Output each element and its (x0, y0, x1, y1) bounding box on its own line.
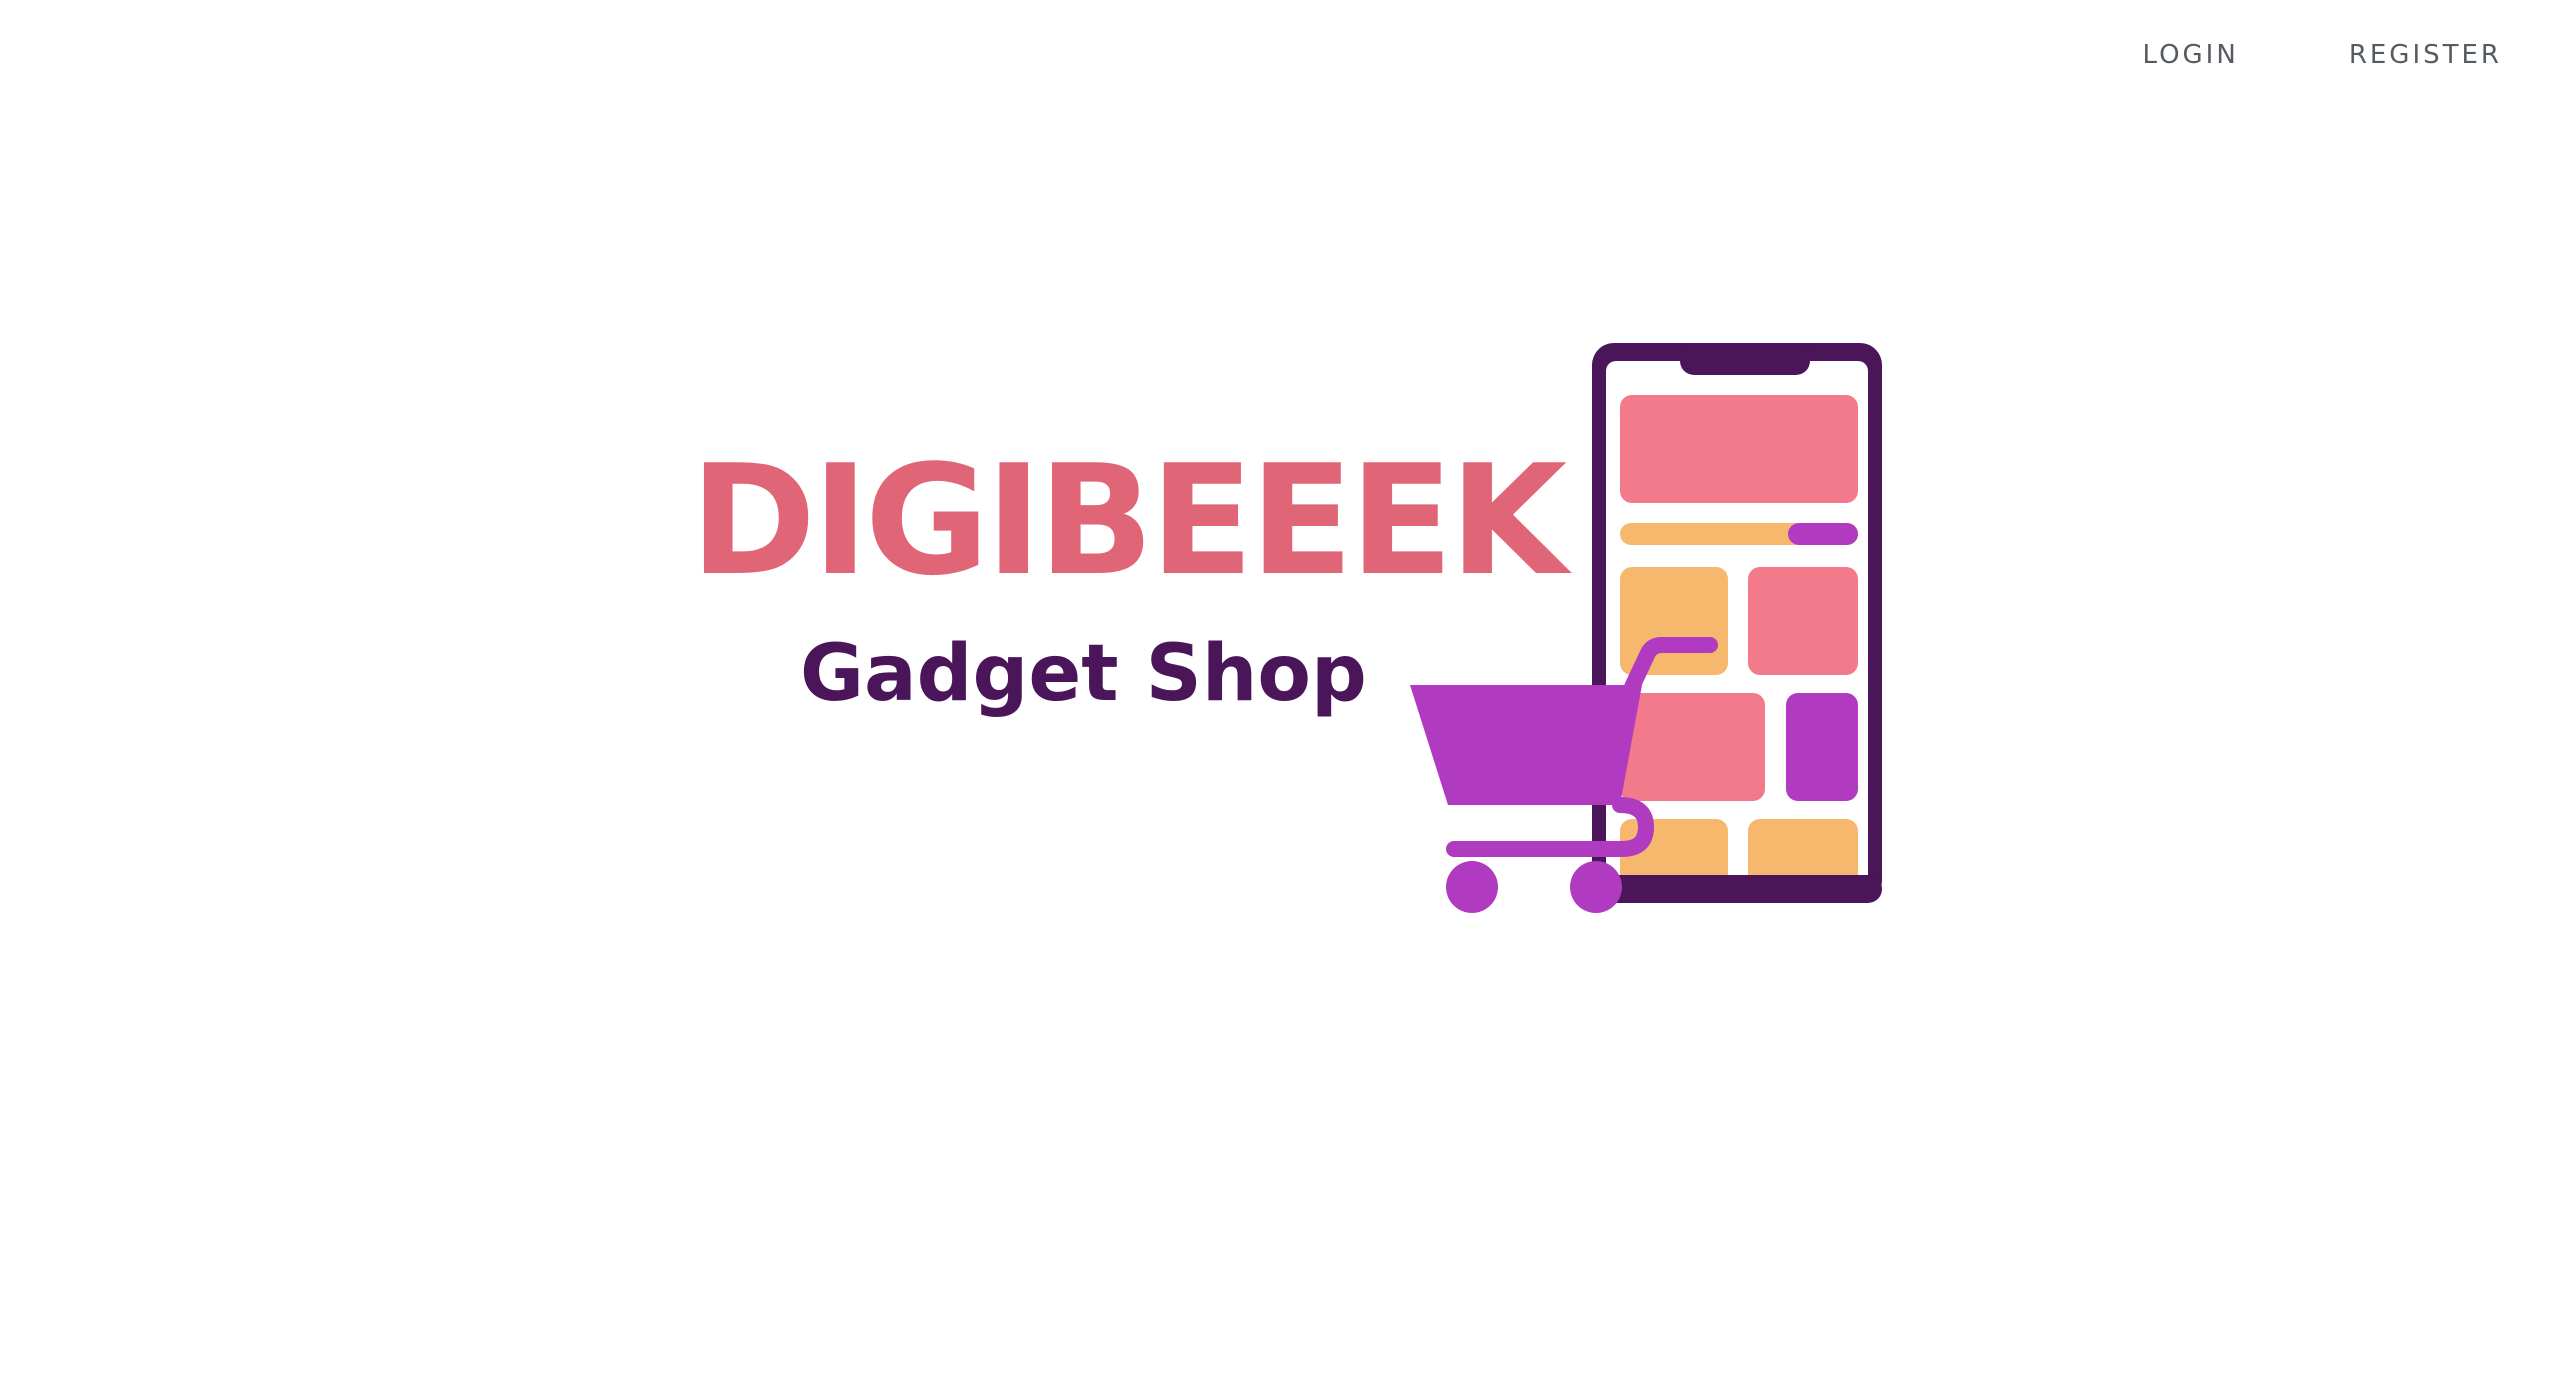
logo-illustration (1410, 343, 1882, 913)
login-link[interactable]: LOGIN (2143, 40, 2239, 70)
register-link[interactable]: REGISTER (2349, 40, 2502, 70)
brand-name: DIGIBEEEK (690, 432, 1567, 609)
smartphone-icon (1592, 343, 1882, 903)
brand-tagline: Gadget Shop (800, 629, 1367, 719)
top-nav: LOGIN REGISTER (2143, 0, 2560, 110)
brand-logo: DIGIBEEEK Gadget Shop (690, 335, 1890, 925)
